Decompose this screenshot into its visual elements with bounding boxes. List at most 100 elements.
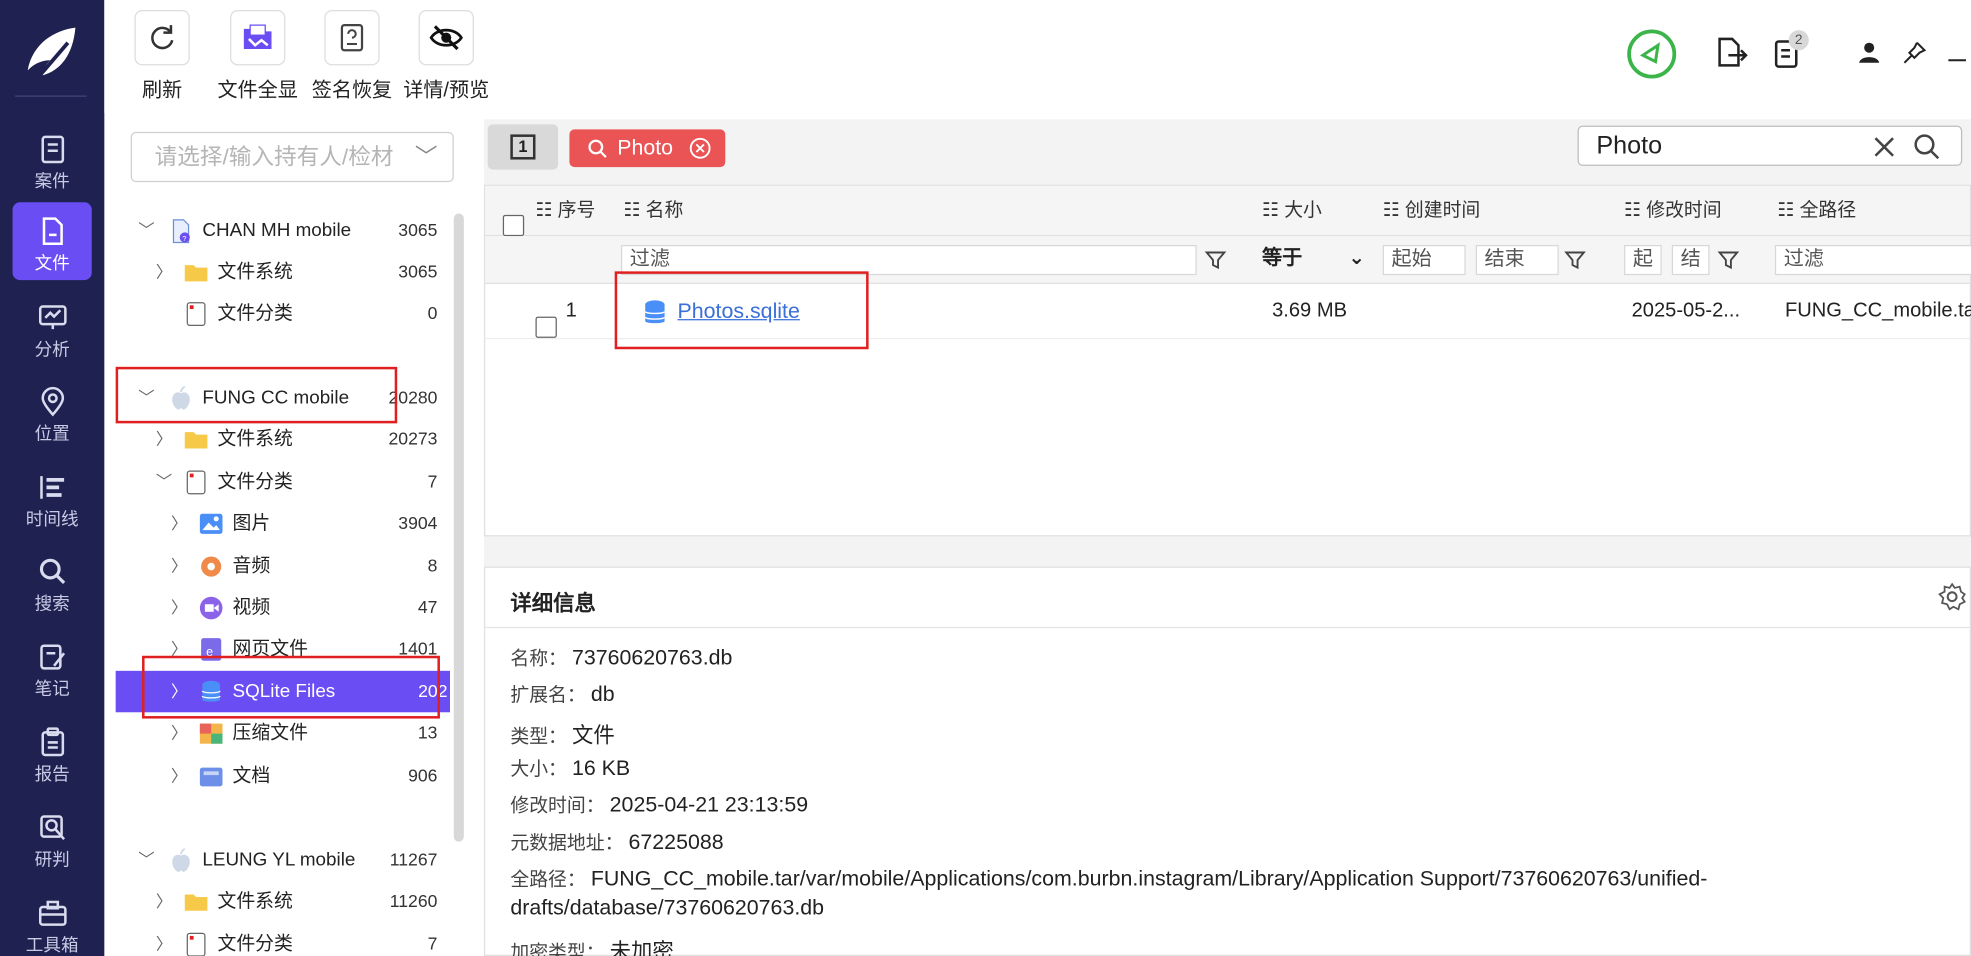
tasks-button[interactable]: 2 bbox=[1771, 30, 1809, 85]
tree-item-audio[interactable]: 〉 音频 8 bbox=[116, 545, 450, 586]
show-all-files-button[interactable]: 文件全显 bbox=[214, 10, 302, 103]
gear-icon[interactable] bbox=[1938, 582, 1966, 611]
nav-item-note[interactable]: 笔记 bbox=[13, 628, 92, 706]
tree-label: 文件系统 bbox=[217, 890, 293, 913]
tree-label: 文档 bbox=[232, 765, 271, 787]
user-button[interactable] bbox=[1857, 40, 1882, 90]
search-icon bbox=[588, 139, 607, 158]
export-button[interactable] bbox=[1713, 35, 1748, 85]
chevron-right-icon[interactable]: 〉 bbox=[171, 755, 189, 796]
detail-field: 名称： 73760620763.db bbox=[510, 645, 733, 670]
chevron-right-icon[interactable]: 〉 bbox=[156, 251, 174, 292]
modified-start-input[interactable]: 起 bbox=[1624, 244, 1662, 276]
col-created[interactable]: ☷ 创建时间 bbox=[1383, 186, 1481, 236]
row-path: FUNG_CC_mobile.ta bbox=[1784, 300, 1971, 322]
nav-label: 报告 bbox=[34, 763, 70, 784]
archive-icon bbox=[199, 723, 223, 744]
highlight-box bbox=[115, 366, 398, 424]
col-name[interactable]: ☷ 名称 bbox=[623, 186, 683, 236]
col-path[interactable]: ☷ 全路径 bbox=[1777, 186, 1856, 236]
location-icon bbox=[40, 386, 64, 417]
search-input-value: Photo bbox=[1596, 131, 1663, 160]
nav-item-timeline[interactable]: 时间线 bbox=[13, 459, 92, 537]
filter-icon[interactable] bbox=[1717, 249, 1740, 272]
tree-label: 文件分类 bbox=[217, 933, 293, 955]
refresh-button[interactable]: 刷新 bbox=[134, 10, 190, 103]
modified-end-input[interactable]: 结 bbox=[1671, 244, 1710, 276]
tree-item-video[interactable]: 〉 视频 47 bbox=[116, 587, 450, 628]
tree-count: 47 bbox=[417, 596, 438, 617]
row-modified: 2025-05-2... bbox=[1631, 300, 1741, 322]
chevron-right-icon[interactable]: 〉 bbox=[156, 923, 174, 956]
chevron-right-icon[interactable]: 〉 bbox=[156, 881, 174, 922]
search-tag[interactable]: Photo bbox=[569, 129, 726, 168]
nav-item-case[interactable]: 案件 bbox=[13, 121, 92, 199]
created-end-input[interactable]: 结束 bbox=[1475, 244, 1559, 276]
file-icon bbox=[42, 217, 63, 245]
minimize-button[interactable] bbox=[1947, 48, 1967, 98]
report-icon bbox=[40, 727, 64, 757]
close-circle-icon[interactable] bbox=[689, 137, 712, 160]
tree-count: 3065 bbox=[398, 261, 438, 282]
detail-preview-button[interactable]: 详情/预览 bbox=[398, 10, 494, 103]
pin-button[interactable] bbox=[1902, 40, 1927, 90]
col-modified[interactable]: ☷ 修改时间 bbox=[1624, 186, 1722, 236]
view-toggle-button[interactable]: 1 bbox=[487, 124, 559, 170]
col-size[interactable]: ☷ 大小 bbox=[1262, 186, 1322, 236]
holder-selector[interactable]: 请选择/输入持有人/检材 ﹀ bbox=[130, 131, 454, 183]
detail-field: 扩展名： db bbox=[510, 682, 615, 707]
nav-item-location[interactable]: 位置 bbox=[13, 373, 92, 451]
tree-item-file-category[interactable]: 文件分类 0 bbox=[116, 293, 450, 334]
tree-device-chan[interactable]: ﹀ ? CHAN MH mobile 3065 bbox=[116, 210, 450, 251]
nav-item-judge[interactable]: 研判 bbox=[13, 799, 92, 877]
nav-label: 研判 bbox=[34, 849, 70, 870]
chevron-right-icon[interactable]: 〉 bbox=[171, 545, 189, 586]
chevron-down-icon[interactable]: ﹀ bbox=[156, 461, 174, 502]
clear-icon[interactable] bbox=[1873, 136, 1896, 159]
toolbar: 刷新 文件全显 签名恢复 详情/预览 2 bbox=[104, 0, 1971, 114]
chevron-right-icon[interactable]: 〉 bbox=[171, 587, 189, 628]
tree-item-images[interactable]: 〉 图片 3904 bbox=[116, 502, 450, 543]
nav-item-analysis[interactable]: 分析 bbox=[13, 289, 92, 367]
highlight-box bbox=[142, 655, 440, 719]
search-input[interactable]: Photo bbox=[1577, 125, 1963, 166]
file-category-icon bbox=[186, 932, 206, 956]
path-filter-input[interactable]: 过滤 bbox=[1774, 244, 1971, 276]
tree-item-file-category[interactable]: 〉 文件分类 7 bbox=[116, 923, 450, 956]
signature-recover-button[interactable]: 签名恢复 bbox=[308, 10, 396, 103]
tree-count: 3904 bbox=[398, 512, 438, 533]
search-tag-label: Photo bbox=[617, 135, 674, 160]
tree-label: 音频 bbox=[232, 555, 271, 577]
tree-count: 11267 bbox=[389, 849, 438, 870]
filter-icon[interactable] bbox=[1204, 249, 1227, 272]
col-seq[interactable]: ☷ 序号 bbox=[535, 186, 595, 236]
file-table: ☷ 序号 ☷ 名称 ☷ 大小 ☷ 创建时间 ☷ 修改时间 ☷ 全路径 过滤 等于… bbox=[483, 184, 1971, 601]
search-icon[interactable] bbox=[1913, 133, 1941, 161]
size-operator-select[interactable]: 等于 ⌄ bbox=[1254, 245, 1367, 275]
tree-item-filesystem[interactable]: 〉 文件系统 3065 bbox=[116, 251, 450, 292]
refresh-icon bbox=[151, 25, 174, 50]
tree-item-filesystem[interactable]: 〉 文件系统 20273 bbox=[116, 418, 450, 459]
file-category-icon bbox=[186, 470, 206, 495]
chevron-right-icon[interactable]: 〉 bbox=[156, 418, 174, 459]
row-checkbox[interactable] bbox=[535, 300, 557, 355]
nav-item-file[interactable]: 文件 bbox=[12, 202, 92, 281]
chevron-down-icon[interactable]: ﹀ bbox=[138, 210, 156, 251]
tree-item-file-category[interactable]: ﹀ 文件分类 7 bbox=[116, 461, 450, 502]
chevron-down-icon[interactable]: ﹀ bbox=[138, 839, 156, 880]
chevron-right-icon[interactable]: 〉 bbox=[171, 502, 189, 543]
tree-device-leung[interactable]: ﹀ LEUNG YL mobile 11267 bbox=[116, 839, 450, 880]
search-icon bbox=[39, 558, 65, 585]
tree-item-documents[interactable]: 〉 文档 906 bbox=[116, 755, 450, 796]
tree-label: CHAN MH mobile bbox=[202, 219, 352, 242]
created-start-input[interactable]: 起始 bbox=[1382, 244, 1466, 276]
nav-item-search[interactable]: 搜索 bbox=[13, 543, 92, 621]
tree-scrollbar[interactable] bbox=[453, 213, 464, 842]
status-shield-button[interactable] bbox=[1625, 28, 1678, 79]
nav-label: 时间线 bbox=[25, 508, 79, 529]
nav-item-toolbox[interactable]: 工具箱 bbox=[13, 884, 92, 956]
tree-item-filesystem[interactable]: 〉 文件系统 11260 bbox=[116, 881, 450, 922]
filter-icon[interactable] bbox=[1564, 249, 1587, 272]
nav-item-report[interactable]: 报告 bbox=[13, 714, 92, 792]
refresh-label: 刷新 bbox=[142, 80, 183, 102]
